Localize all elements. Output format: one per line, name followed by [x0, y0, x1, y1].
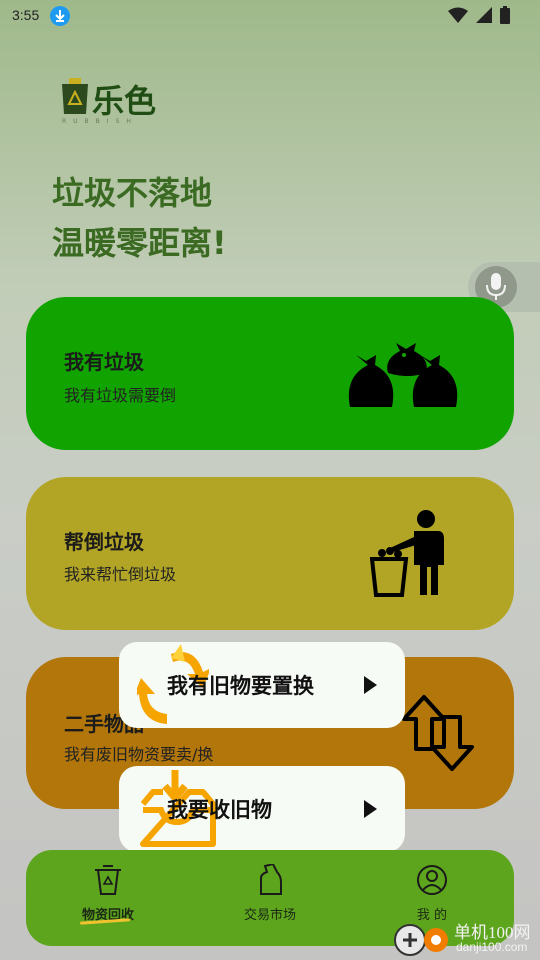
option-swap-old-items[interactable]: 我有旧物要置换 [119, 642, 405, 728]
card-title: 帮倒垃圾 [64, 530, 144, 554]
watermark-url: danji100.com [456, 940, 528, 954]
garbage-bags-icon [348, 343, 458, 407]
logo-subtext: RUBBISH [62, 118, 138, 125]
slogan-line-2: 温暖零距离! [52, 224, 227, 262]
slogan-line-1: 垃圾不落地 [52, 174, 213, 212]
recycle-bin-icon [95, 865, 121, 895]
nav-item-market[interactable]: 交易市场 [220, 862, 320, 923]
option-collect-old-items[interactable]: 我要收旧物 [119, 766, 405, 852]
battery-icon [500, 6, 510, 28]
card-subtitle: 我有废旧物资要卖/换 [64, 745, 214, 764]
user-icon [417, 865, 447, 895]
watermark-logo-icon [394, 924, 448, 956]
wifi-icon [448, 7, 468, 27]
slogan: 垃圾不落地 温暖零距离! [52, 168, 227, 268]
option-label: 我有旧物要置换 [167, 674, 314, 698]
signal-icon [476, 7, 492, 27]
option-label: 我要收旧物 [167, 798, 272, 822]
card-title: 我有垃圾 [64, 350, 144, 374]
nav-item-profile[interactable]: 我 的 [382, 864, 482, 923]
app-logo: 乐色 RUBBISH [60, 78, 180, 130]
download-icon [50, 6, 70, 26]
chevron-right-icon [364, 676, 377, 694]
card-subtitle: 我有垃圾需要倒 [64, 386, 177, 405]
status-time: 3:55 [12, 7, 40, 23]
card-help-dump[interactable]: 帮倒垃圾 我来帮忙倒垃圾 [26, 477, 514, 630]
person-trash-can-icon [370, 510, 444, 597]
chevron-right-icon [364, 800, 377, 818]
nav-label: 交易市场 [243, 908, 296, 923]
trash-can-logo-icon [62, 78, 88, 114]
bottle-icon [260, 862, 282, 895]
card-subtitle: 我来帮忙倒垃圾 [64, 565, 177, 584]
status-bar: 3:55 [0, 0, 540, 32]
watermark: 单机100网 danji100.com [392, 916, 540, 960]
nav-item-recycle[interactable]: 物资回收 [58, 864, 158, 923]
logo-text: 乐色 [92, 82, 157, 120]
card-have-garbage[interactable]: 我有垃圾 我有垃圾需要倒 [26, 297, 514, 450]
swap-arrows-icon [402, 695, 474, 771]
